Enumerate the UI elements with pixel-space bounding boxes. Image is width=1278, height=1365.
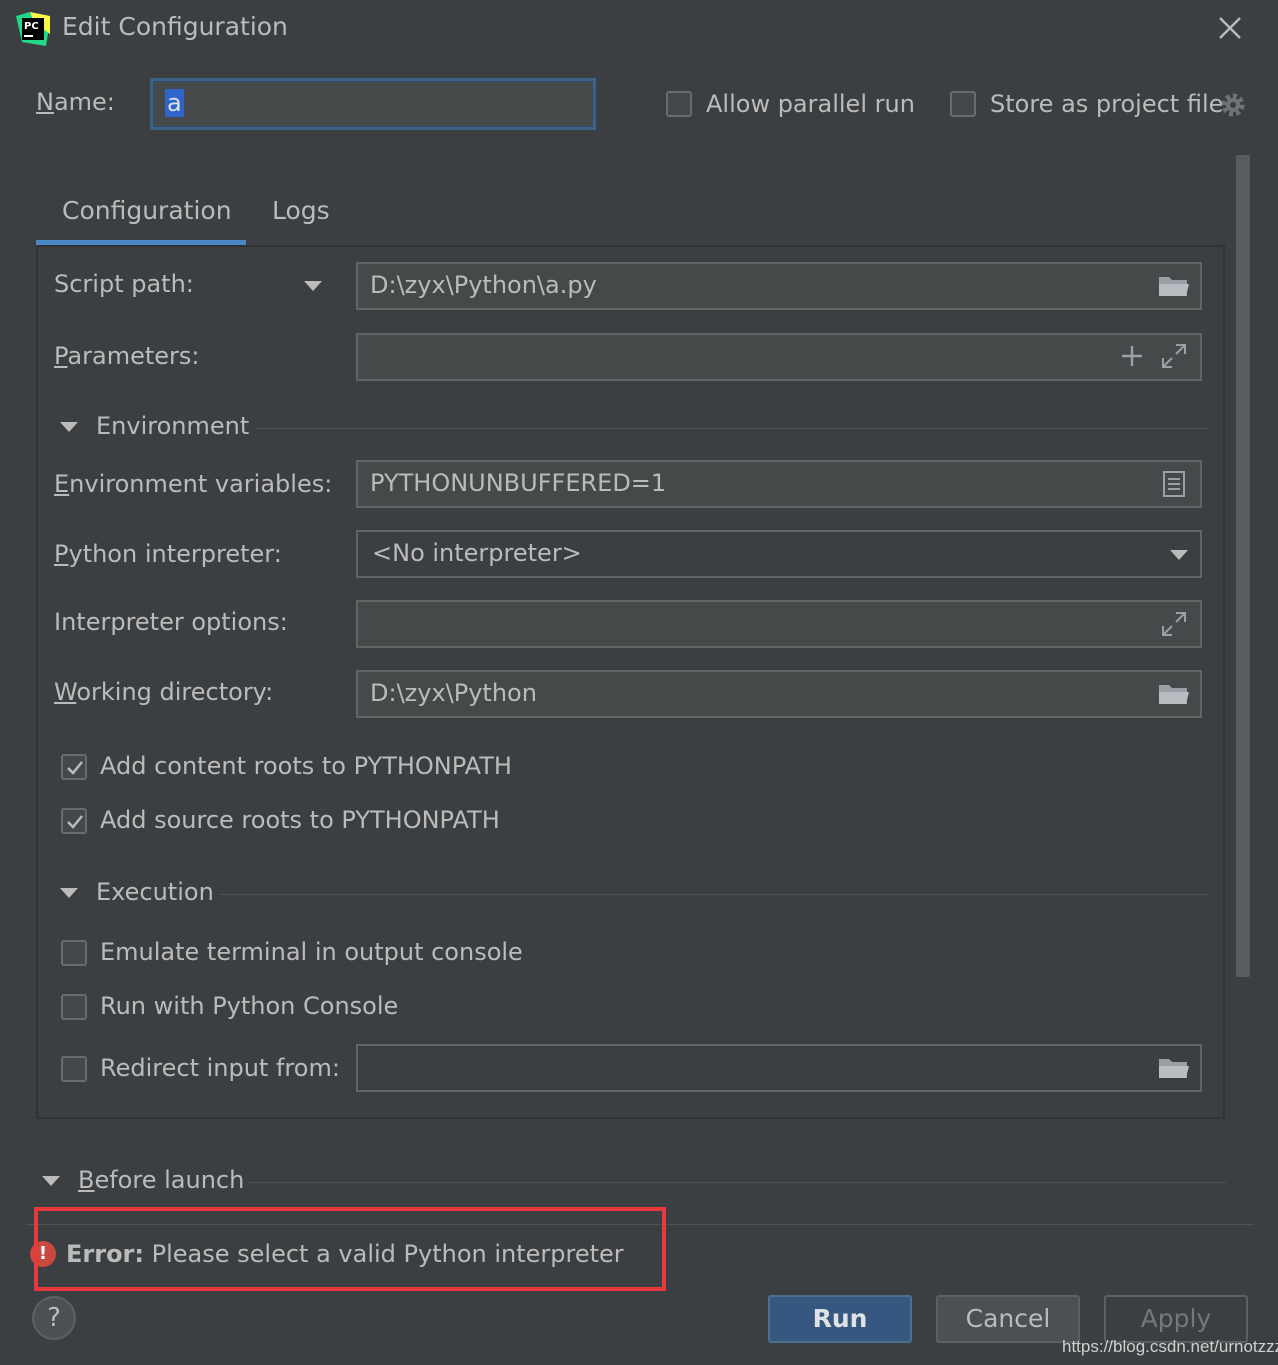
title-bar: PC Edit Configuration — [0, 0, 1278, 60]
apply-button[interactable]: Apply — [1104, 1295, 1248, 1343]
redirect-input-path[interactable] — [356, 1044, 1202, 1092]
run-button[interactable]: Run — [768, 1295, 912, 1343]
folder-browse-icon[interactable] — [1158, 682, 1190, 712]
before-launch-divider — [248, 1182, 1226, 1183]
allow-parallel-run-label[interactable]: Allow parallel run — [706, 90, 915, 118]
python-interpreter-value: <No interpreter> — [372, 539, 582, 567]
error-highlight-box — [34, 1207, 666, 1291]
watermark-text: https://blog.csdn.net/urnotzzz — [1062, 1337, 1278, 1356]
redirect-input-label[interactable]: Redirect input from: — [100, 1054, 340, 1082]
execution-section-title: Execution — [96, 878, 214, 906]
add-content-roots-label[interactable]: Add content roots to PYTHONPATH — [100, 752, 512, 780]
run-with-python-console-checkbox[interactable] — [61, 994, 87, 1020]
expand-icon[interactable] — [1160, 610, 1188, 644]
name-input[interactable]: a — [150, 78, 596, 130]
python-interpreter-label: Python interpreter: — [54, 540, 282, 568]
redirect-input-checkbox[interactable] — [61, 1056, 87, 1082]
environment-collapse-icon[interactable] — [60, 422, 78, 432]
script-path-label: Script path: — [54, 270, 194, 298]
before-launch-title: Before launch — [78, 1166, 245, 1194]
python-interpreter-select[interactable]: <No interpreter> — [356, 530, 1202, 578]
emulate-terminal-checkbox[interactable] — [61, 940, 87, 966]
environment-divider — [256, 428, 1208, 429]
environment-variables-label: Environment variables: — [54, 470, 333, 498]
edit-env-variables-icon[interactable] — [1162, 470, 1186, 504]
folder-browse-icon[interactable] — [1158, 274, 1190, 304]
help-button[interactable]: ? — [32, 1296, 76, 1340]
name-label: Name: — [36, 88, 115, 116]
emulate-terminal-label[interactable]: Emulate terminal in output console — [100, 938, 523, 966]
interpreter-options-input[interactable] — [356, 600, 1202, 648]
working-directory-input[interactable]: D:\zyx\Python — [356, 670, 1202, 718]
working-directory-value: D:\zyx\Python — [370, 679, 537, 707]
name-input-value: a — [165, 89, 184, 117]
window-title: Edit Configuration — [62, 12, 288, 41]
expand-icon[interactable] — [1160, 342, 1188, 376]
allow-parallel-run-checkbox[interactable] — [666, 91, 692, 117]
working-directory-label: Working directory: — [54, 678, 274, 706]
run-with-python-console-label[interactable]: Run with Python Console — [100, 992, 398, 1020]
cancel-button[interactable]: Cancel — [936, 1295, 1080, 1343]
svg-text:PC: PC — [24, 21, 39, 32]
tab-logs[interactable]: Logs — [272, 196, 330, 225]
script-path-value: D:\zyx\Python\a.py — [370, 271, 597, 299]
add-source-roots-checkbox[interactable] — [61, 808, 87, 834]
environment-section-title: Environment — [96, 412, 250, 440]
add-source-roots-label[interactable]: Add source roots to PYTHONPATH — [100, 806, 500, 834]
store-project-file-label[interactable]: Store as project file — [990, 90, 1223, 118]
script-path-input[interactable]: D:\zyx\Python\a.py — [356, 262, 1202, 310]
vertical-scrollbar[interactable] — [1236, 155, 1250, 977]
close-icon[interactable] — [1214, 12, 1246, 44]
store-project-file-checkbox[interactable] — [950, 91, 976, 117]
execution-divider — [220, 894, 1208, 895]
chevron-down-icon[interactable] — [1170, 550, 1188, 560]
gear-icon[interactable] — [1218, 90, 1248, 126]
folder-browse-icon[interactable] — [1158, 1056, 1190, 1086]
environment-variables-input[interactable]: PYTHONUNBUFFERED=1 — [356, 460, 1202, 508]
tab-configuration[interactable]: Configuration — [62, 196, 232, 225]
script-path-type-dropdown-icon[interactable] — [304, 281, 322, 291]
add-content-roots-checkbox[interactable] — [61, 754, 87, 780]
pycharm-logo-icon: PC — [16, 12, 50, 46]
interpreter-options-label: Interpreter options: — [54, 608, 288, 636]
before-launch-collapse-icon[interactable] — [42, 1176, 60, 1186]
environment-variables-value: PYTHONUNBUFFERED=1 — [370, 469, 667, 497]
execution-collapse-icon[interactable] — [60, 888, 78, 898]
parameters-input[interactable] — [356, 333, 1202, 381]
parameters-label: Parameters: — [54, 342, 200, 370]
add-macro-icon[interactable] — [1120, 344, 1144, 374]
